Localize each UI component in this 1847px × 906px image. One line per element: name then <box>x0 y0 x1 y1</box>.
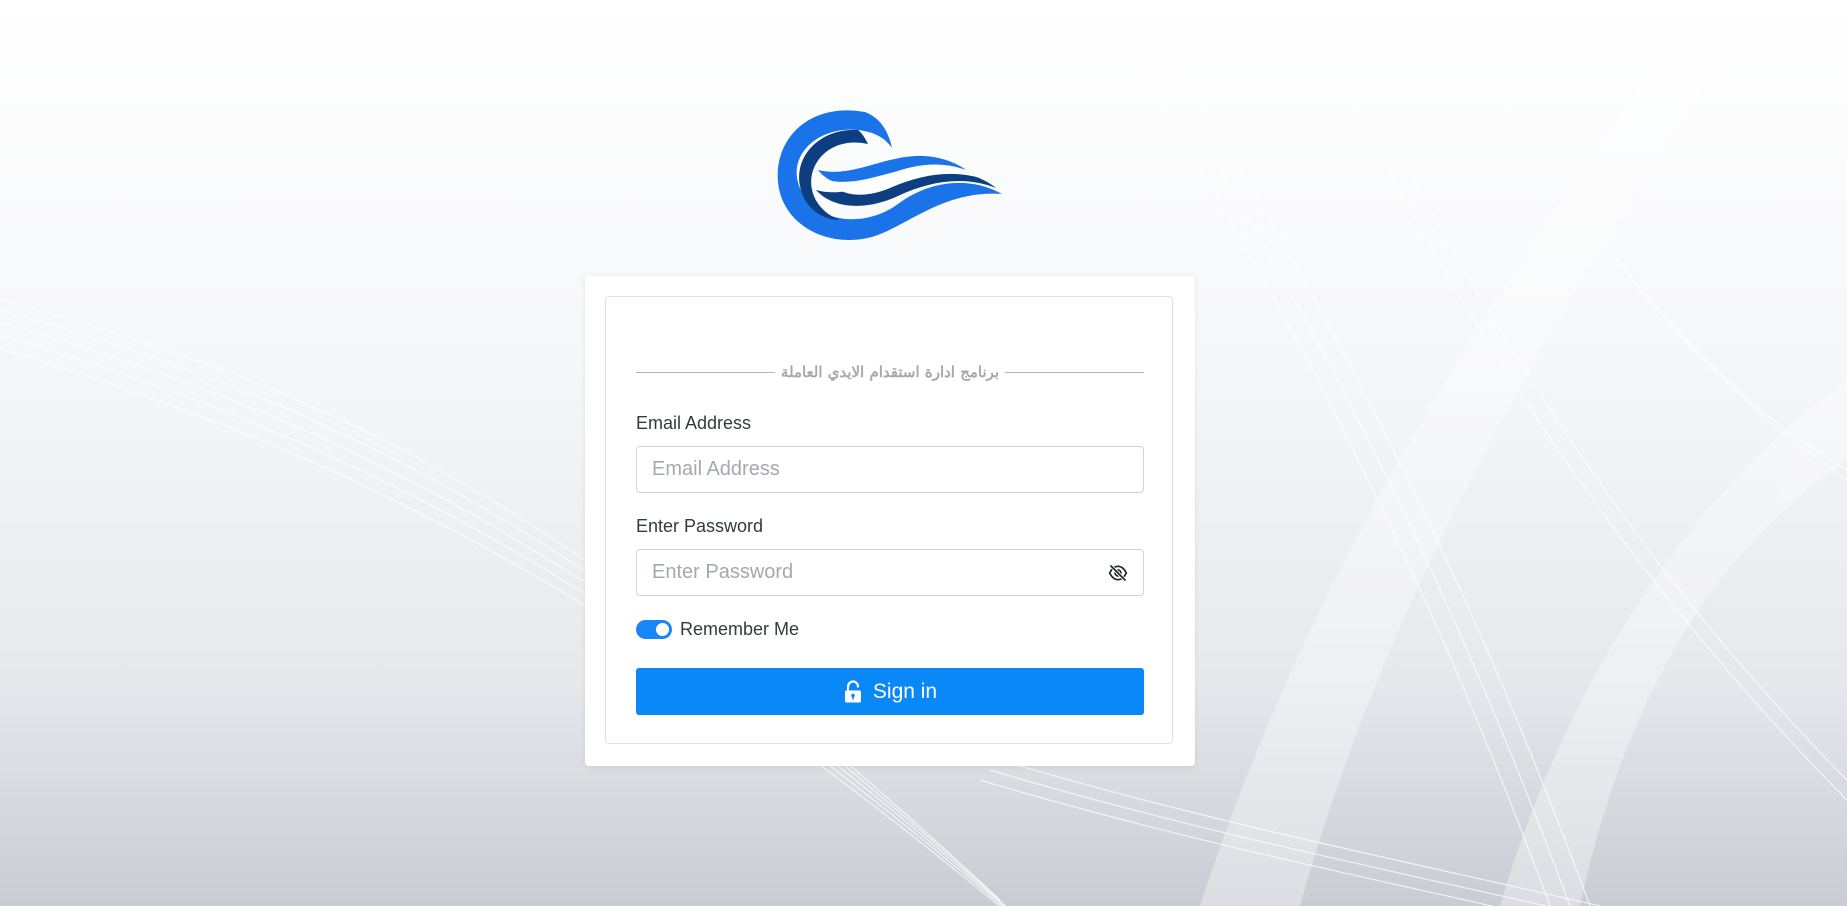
login-form: برنامج ادارة استقدام الايدي العاملة Emai… <box>605 296 1173 744</box>
logo <box>777 110 1002 240</box>
sign-in-button[interactable]: Sign in <box>636 668 1144 715</box>
remember-me: Remember Me <box>636 618 799 640</box>
unlock-icon <box>844 679 861 702</box>
password-field-wrapper <box>636 549 1144 596</box>
email-label: Email Address <box>636 413 752 433</box>
password-input[interactable] <box>637 550 1092 595</box>
eye-slash-icon[interactable] <box>1108 563 1128 583</box>
title-divider-left <box>636 371 775 373</box>
login-card: برنامج ادارة استقدام الايدي العاملة Emai… <box>585 276 1195 766</box>
app-title: برنامج ادارة استقدام الايدي العاملة <box>780 363 1000 381</box>
password-label: Enter Password <box>636 516 764 536</box>
email-field-wrapper <box>636 446 1144 493</box>
remember-me-toggle[interactable] <box>636 619 672 639</box>
title-divider-right <box>1005 371 1145 373</box>
remember-me-label: Remember Me <box>680 618 800 639</box>
email-input[interactable] <box>637 447 1092 492</box>
form-title: برنامج ادارة استقدام الايدي العاملة <box>636 361 1145 383</box>
toggle-knob <box>656 622 669 636</box>
sign-in-label: Sign in <box>872 679 938 703</box>
